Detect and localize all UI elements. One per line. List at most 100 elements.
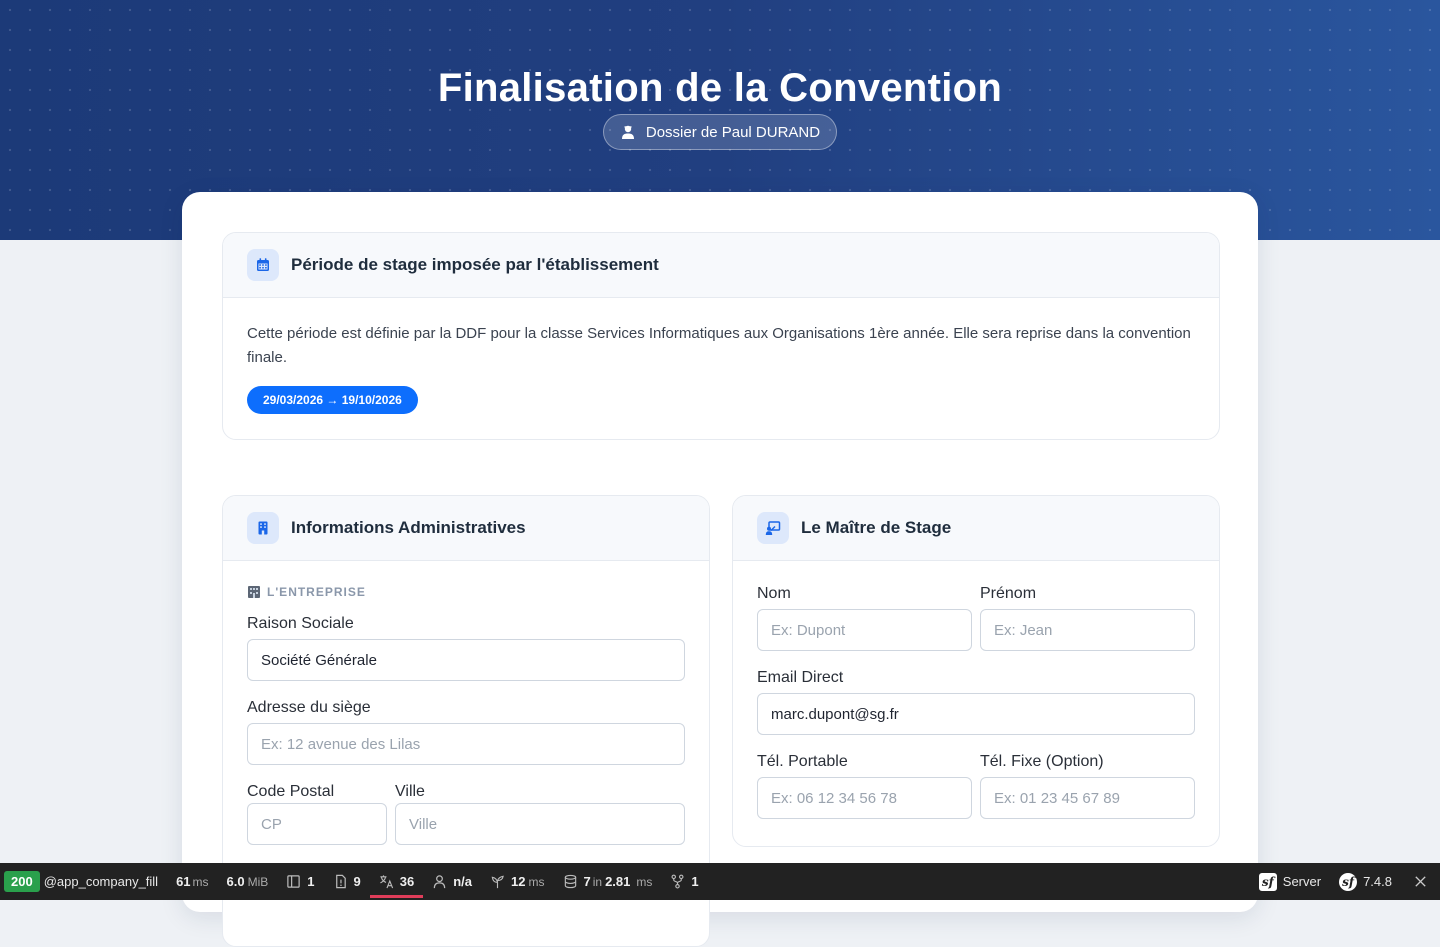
symfony-logo-icon: sf xyxy=(1339,872,1358,891)
nom-label: Nom xyxy=(757,585,791,602)
dossier-badge: Dossier de Paul DURAND xyxy=(603,114,837,150)
server-label: Server xyxy=(1282,874,1322,889)
dbg-forms[interactable]: 1 xyxy=(277,863,323,900)
tel-portable-field: Tél. Portable Ex: 06 12 34 56 78 xyxy=(757,753,972,819)
db-queries: 7 xyxy=(583,874,591,889)
periode-body: Cette période est définie par la DDF pou… xyxy=(223,298,1219,438)
student-icon xyxy=(621,125,634,139)
user-value: n/a xyxy=(453,874,473,889)
cp-label: Code Postal xyxy=(247,783,335,800)
maitre-body: Nom Ex: Dupont Prénom Ex: Jean Email Dir… xyxy=(733,561,1219,846)
building-icon xyxy=(258,521,268,535)
cp-ville-row: Code Postal CP Ville Ville xyxy=(247,783,685,863)
memory-value: 6.0 xyxy=(226,874,245,889)
database-icon xyxy=(564,874,576,889)
periode-dates-badge: 29/03/2026 → 19/10/2026 xyxy=(247,386,418,414)
dbg-translations[interactable]: 36 xyxy=(369,863,424,900)
periode-description: Cette période est définie par la DDF pou… xyxy=(247,325,1191,366)
logs-count: 9 xyxy=(353,874,361,889)
admin-body: L'ENTREPRISE Raison Sociale Société Géné… xyxy=(223,561,709,887)
dbg-close-button[interactable] xyxy=(1401,863,1440,900)
prenom-label: Prénom xyxy=(980,585,1037,602)
dbg-server[interactable]: sf Server xyxy=(1250,863,1330,900)
entreprise-section-label: L'ENTREPRISE xyxy=(247,585,685,599)
maitre-title: Le Maître de Stage xyxy=(801,518,952,537)
email-field: Email Direct marc.dupont@sg.fr xyxy=(757,669,1195,735)
maitre-panel-header: Le Maître de Stage xyxy=(733,496,1219,561)
page-title: Finalisation de la Convention xyxy=(437,66,1003,110)
calendar-icon xyxy=(257,258,269,271)
nom-prenom-row: Nom Ex: Dupont Prénom Ex: Jean xyxy=(757,585,1195,669)
nom-input[interactable]: Ex: Dupont xyxy=(757,609,972,651)
tel-portable-input[interactable]: Ex: 06 12 34 56 78 xyxy=(757,777,972,819)
user-icon xyxy=(433,875,446,889)
dbg-symfony-version[interactable]: sf 7.4.8 xyxy=(1330,863,1401,900)
ville-field: Ville Ville xyxy=(395,783,685,845)
tel-fixe-input[interactable]: Ex: 01 23 45 67 89 xyxy=(980,777,1195,819)
teacher-icon-box xyxy=(757,512,789,544)
admin-title: Informations Administratives xyxy=(291,518,526,537)
raison-sociale-label: Raison Sociale xyxy=(247,615,354,632)
raison-sociale-input[interactable]: Société Générale xyxy=(247,639,685,681)
workflow-count: 1 xyxy=(691,874,699,889)
main-card: Période de stage imposée par l'établisse… xyxy=(182,192,1258,947)
translations-count: 36 xyxy=(399,874,415,889)
tel-portable-label: Tél. Portable xyxy=(757,753,848,770)
ville-label: Ville xyxy=(395,783,425,800)
twig-unit: ms xyxy=(528,874,545,889)
adresse-field: Adresse du siège Ex: 12 avenue des Lilas xyxy=(247,699,685,765)
email-input[interactable]: marc.dupont@sg.fr xyxy=(757,693,1195,735)
building-icon-box xyxy=(247,512,279,544)
teacher-icon xyxy=(765,521,781,535)
nom-field: Nom Ex: Dupont xyxy=(757,585,972,651)
dbg-right-group: sf Server sf 7.4.8 xyxy=(1250,863,1440,900)
entreprise-label-text: L'ENTREPRISE xyxy=(267,585,366,599)
forms-count: 1 xyxy=(307,874,315,889)
email-label: Email Direct xyxy=(757,669,844,686)
maitre-panel: Le Maître de Stage Nom Ex: Dupont Prénom… xyxy=(732,495,1220,847)
dbg-security[interactable]: n/a xyxy=(423,863,481,900)
memory-unit: MiB xyxy=(247,874,269,889)
log-file-icon xyxy=(335,874,346,889)
prenom-input[interactable]: Ex: Jean xyxy=(980,609,1195,651)
db-in: in xyxy=(592,874,603,889)
adresse-input[interactable]: Ex: 12 avenue des Lilas xyxy=(247,723,685,765)
form-icon xyxy=(287,875,301,888)
dbg-twig[interactable]: 12 ms xyxy=(481,863,553,900)
periode-title: Période de stage imposée par l'établisse… xyxy=(291,255,659,274)
dbg-time[interactable]: 61 ms xyxy=(167,863,217,900)
db-time: 2.81 xyxy=(605,874,631,889)
symfony-server-icon: sf xyxy=(1258,872,1277,891)
dbg-memory[interactable]: 6.0 MiB xyxy=(218,863,278,900)
dossier-label: Dossier de Paul DURAND xyxy=(645,123,821,141)
twig-value: 12 xyxy=(511,874,526,889)
status-code-badge: 200 xyxy=(4,871,40,892)
symfony-version: 7.4.8 xyxy=(1363,874,1392,889)
office-building-icon xyxy=(248,586,260,598)
admin-panel-header: Informations Administratives xyxy=(223,496,709,561)
db-unit: ms xyxy=(636,874,653,889)
adresse-label: Adresse du siège xyxy=(247,699,371,716)
dbg-request[interactable]: 200 @app_company_fill xyxy=(0,863,167,900)
twig-icon xyxy=(491,875,504,889)
tel-fixe-label: Tél. Fixe (Option) xyxy=(980,753,1104,770)
prenom-field: Prénom Ex: Jean xyxy=(980,585,1195,651)
periode-panel-header: Période de stage imposée par l'établisse… xyxy=(223,233,1219,298)
time-value: 61 xyxy=(176,874,191,889)
cp-field: Code Postal CP xyxy=(247,783,387,845)
dbg-workflow[interactable]: 1 xyxy=(661,863,707,900)
periode-panel: Période de stage imposée par l'établisse… xyxy=(222,232,1220,440)
route-name: @app_company_fill xyxy=(43,874,159,889)
tel-row: Tél. Portable Ex: 06 12 34 56 78 Tél. Fi… xyxy=(757,753,1195,837)
raison-sociale-field: Raison Sociale Société Générale xyxy=(247,615,685,681)
debug-toolbar: 200 @app_company_fill 61 ms 6.0 MiB 1 9 36… xyxy=(0,863,1440,900)
calendar-icon-box xyxy=(247,249,279,281)
translation-icon xyxy=(379,875,393,889)
time-unit: ms xyxy=(192,874,209,889)
close-icon xyxy=(1415,876,1426,887)
dbg-logs[interactable]: 9 xyxy=(324,863,370,900)
cp-input[interactable]: CP xyxy=(247,803,387,845)
dbg-database[interactable]: 7 in 2.81 ms xyxy=(554,863,662,900)
ville-input[interactable]: Ville xyxy=(395,803,685,845)
tel-fixe-field: Tél. Fixe (Option) Ex: 01 23 45 67 89 xyxy=(980,753,1195,819)
